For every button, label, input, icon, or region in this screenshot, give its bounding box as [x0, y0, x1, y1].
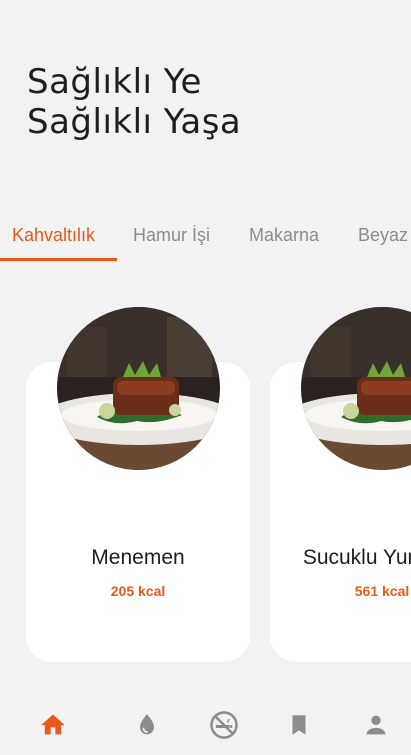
nav-profile[interactable]: [359, 708, 393, 742]
nav-no-smoking[interactable]: [207, 708, 241, 742]
active-tab-indicator: [0, 258, 117, 261]
category-tabs: Kahvaltılık Hamur İşi Makarna Beyaz: [0, 216, 411, 262]
recipe-image: [57, 307, 220, 470]
food-plate-image: [57, 307, 220, 470]
page-title-line-2: Sağlıklı Yaşa: [27, 102, 242, 142]
nav-bookmarks[interactable]: [282, 708, 316, 742]
tab-kahvaltilik[interactable]: Kahvaltılık: [12, 216, 95, 260]
nav-home[interactable]: [36, 708, 70, 742]
page-title: Sağlıklı Ye Sağlıklı Yaşa: [27, 62, 241, 142]
home-icon: [41, 714, 65, 735]
tab-hamur-isi[interactable]: Hamur İşi: [133, 216, 210, 260]
water-drop-icon: [140, 714, 154, 735]
nav-water[interactable]: [130, 708, 164, 742]
tab-beyaz[interactable]: Beyaz: [358, 216, 408, 260]
bookmark-icon: [292, 715, 306, 735]
bottom-navigation: [0, 690, 411, 755]
page-title-line-1: Sağlıklı Ye: [27, 62, 202, 102]
tab-makarna[interactable]: Makarna: [249, 216, 319, 260]
person-icon: [366, 715, 386, 735]
no-smoking-icon: [210, 711, 238, 739]
